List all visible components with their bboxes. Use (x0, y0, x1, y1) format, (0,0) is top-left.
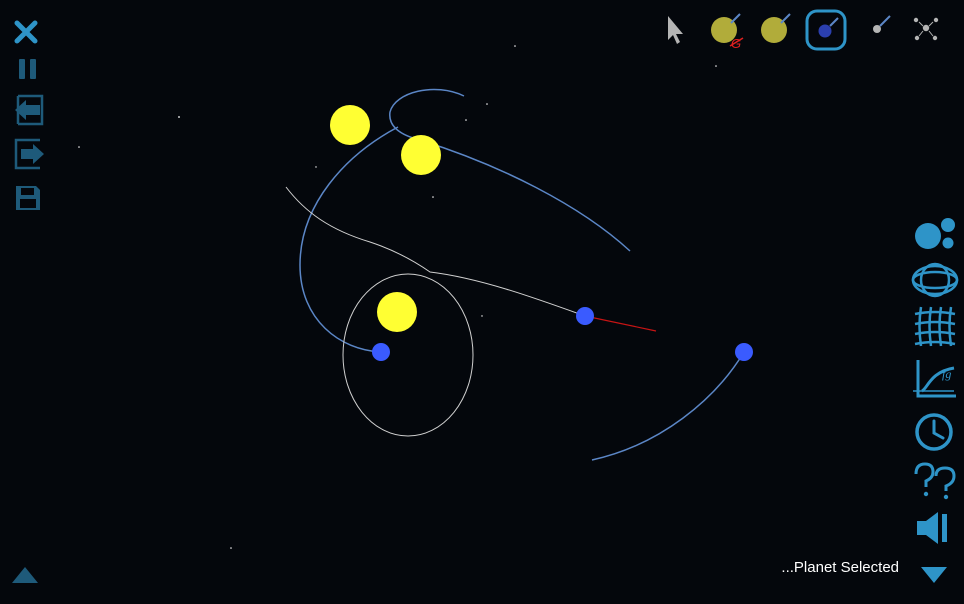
star[interactable] (330, 105, 370, 145)
export-icon[interactable] (12, 137, 46, 171)
path-trail (285, 186, 586, 317)
star-icon[interactable] (759, 11, 795, 47)
planet-icon[interactable] (805, 9, 847, 51)
bodies-icon[interactable] (910, 214, 958, 254)
status-message: ...Planet Selected (781, 559, 899, 576)
svg-text:fg: fg (942, 367, 951, 381)
speaker-icon[interactable] (914, 510, 954, 546)
star-no-gravity-icon[interactable]: G (709, 11, 749, 51)
planet[interactable] (576, 307, 594, 325)
planet[interactable] (735, 343, 753, 361)
svg-text:G: G (731, 36, 741, 51)
triangle-down-icon[interactable] (919, 564, 949, 586)
help-icon[interactable] (912, 460, 958, 502)
grid-icon[interactable] (912, 304, 958, 348)
triangle-up-icon[interactable] (10, 564, 40, 586)
simulation-canvas[interactable] (0, 0, 964, 604)
close-icon[interactable] (12, 19, 40, 45)
import-icon[interactable] (12, 93, 46, 127)
graph-icon[interactable]: fg (910, 358, 960, 402)
background-stars (32, 45, 717, 583)
asteroid-icon[interactable] (866, 12, 894, 40)
pause-icon[interactable] (15, 56, 41, 82)
orbit-icon[interactable] (910, 260, 960, 300)
clock-icon[interactable] (912, 410, 956, 454)
star[interactable] (377, 292, 417, 332)
planet[interactable] (372, 343, 390, 361)
simulation-window: G fg ...Planet Selected (0, 0, 964, 604)
scatter-icon[interactable] (911, 14, 941, 44)
velocity-vector (584, 315, 657, 332)
star[interactable] (401, 135, 441, 175)
orbit-trail (591, 351, 745, 461)
save-icon[interactable] (14, 184, 42, 212)
cursor-icon[interactable] (663, 14, 689, 46)
